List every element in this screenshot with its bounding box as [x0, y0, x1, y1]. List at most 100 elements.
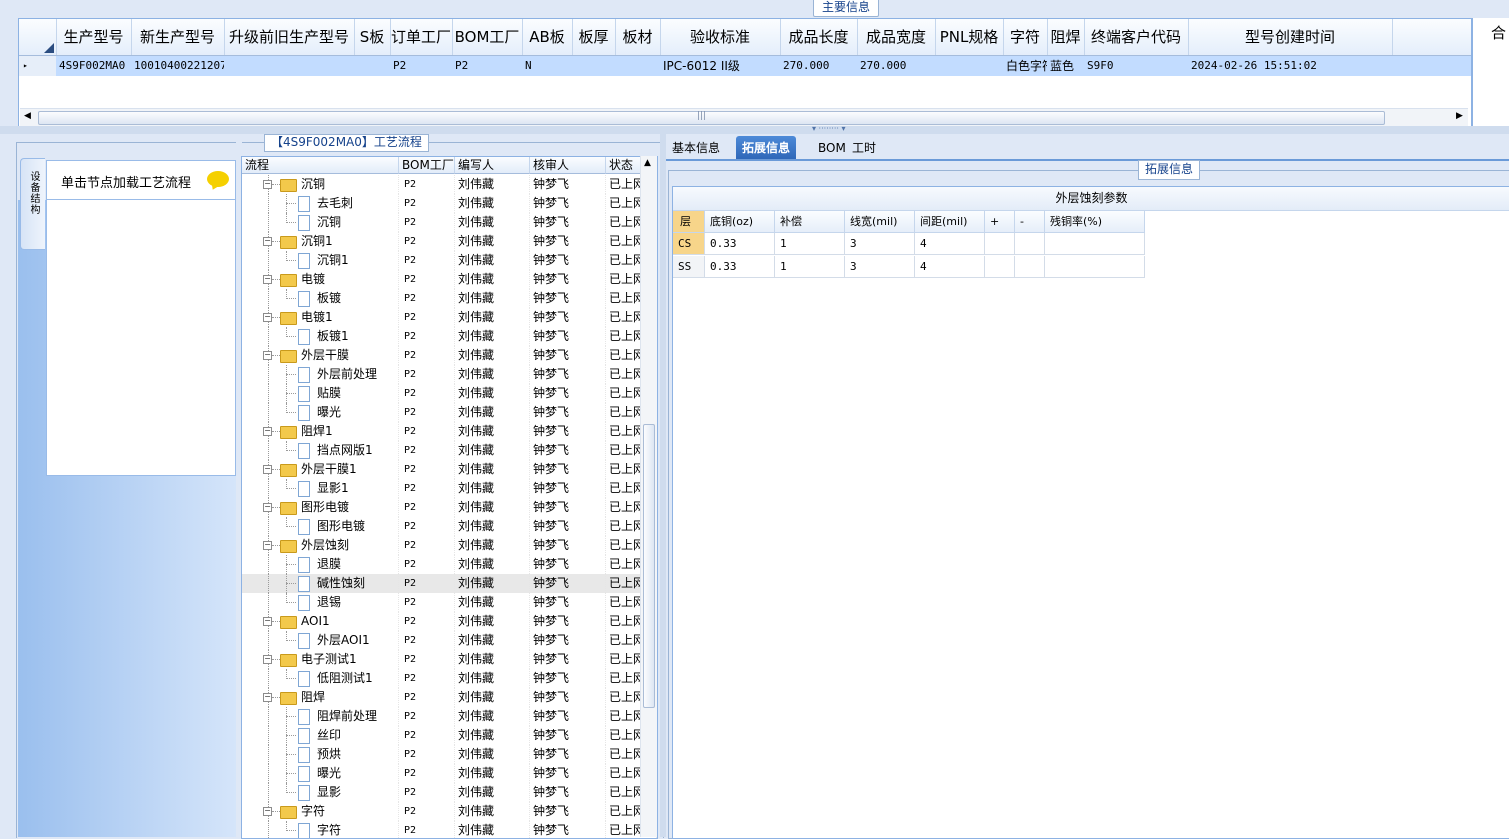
- tree-cell-bom[interactable]: P2: [399, 574, 455, 593]
- tree-row[interactable]: 去毛刺 P2 刘伟藏 钟梦飞 已上网: [242, 194, 657, 213]
- tree-cell-reviewer[interactable]: 钟梦飞: [530, 802, 606, 821]
- tree-cell-writer[interactable]: 刘伟藏: [455, 441, 530, 460]
- tree-cell-writer[interactable]: 刘伟藏: [455, 631, 530, 650]
- tree-cell-writer[interactable]: 刘伟藏: [455, 251, 530, 270]
- flow-cell[interactable]: 沉铜1: [242, 251, 399, 270]
- table-cell[interactable]: [572, 56, 615, 76]
- flow-cell[interactable]: 碱性蚀刻: [242, 574, 399, 593]
- tree-cell-writer[interactable]: 刘伟藏: [455, 365, 530, 384]
- tree-cell-reviewer[interactable]: 钟梦飞: [530, 213, 606, 232]
- tree-cell-reviewer[interactable]: 钟梦飞: [530, 346, 606, 365]
- tree-cell-writer[interactable]: 刘伟藏: [455, 688, 530, 707]
- horizontal-splitter[interactable]: ▾ ········ ▾: [0, 124, 1509, 134]
- column-header[interactable]: 成品宽度: [857, 19, 936, 55]
- tree-row[interactable]: 板镀1 P2 刘伟藏 钟梦飞 已上网: [242, 327, 657, 346]
- collapse-icon[interactable]: −: [263, 503, 272, 512]
- param-cell[interactable]: [1045, 233, 1145, 255]
- tree-column-header[interactable]: 编写人: [455, 157, 530, 174]
- tree-row[interactable]: 碱性蚀刻 P2 刘伟藏 钟梦飞 已上网: [242, 574, 657, 593]
- tree-row[interactable]: 外层前处理 P2 刘伟藏 钟梦飞 已上网: [242, 365, 657, 384]
- tree-cell-reviewer[interactable]: 钟梦飞: [530, 669, 606, 688]
- tree-cell-reviewer[interactable]: 钟梦飞: [530, 745, 606, 764]
- table-cell[interactable]: IPC-6012 II级: [660, 56, 780, 76]
- collapse-icon[interactable]: −: [263, 655, 272, 664]
- tree-cell-writer[interactable]: 刘伟藏: [455, 574, 530, 593]
- tree-cell-writer[interactable]: 刘伟藏: [455, 783, 530, 802]
- tree-cell-reviewer[interactable]: 钟梦飞: [530, 517, 606, 536]
- flow-cell[interactable]: − 外层蚀刻: [242, 536, 399, 555]
- flow-cell[interactable]: 去毛刺: [242, 194, 399, 213]
- tree-cell-reviewer[interactable]: 钟梦飞: [530, 764, 606, 783]
- tree-row[interactable]: 沉铜 P2 刘伟藏 钟梦飞 已上网: [242, 213, 657, 232]
- tree-cell-bom[interactable]: P2: [399, 441, 455, 460]
- flow-cell[interactable]: − 沉铜1: [242, 232, 399, 251]
- tree-row[interactable]: − 图形电镀 P2 刘伟藏 钟梦飞 已上网: [242, 498, 657, 517]
- tree-cell-reviewer[interactable]: 钟梦飞: [530, 574, 606, 593]
- tree-cell-reviewer[interactable]: 钟梦飞: [530, 631, 606, 650]
- param-cell[interactable]: 3: [845, 256, 915, 278]
- tree-cell-bom[interactable]: P2: [399, 669, 455, 688]
- collapse-icon[interactable]: −: [263, 541, 272, 550]
- column-header[interactable]: 订单工厂: [390, 19, 453, 55]
- tree-cell-bom[interactable]: P2: [399, 536, 455, 555]
- tree-row[interactable]: 阻焊前处理 P2 刘伟藏 钟梦飞 已上网: [242, 707, 657, 726]
- flow-cell[interactable]: − 外层干膜: [242, 346, 399, 365]
- tree-cell-bom[interactable]: P2: [399, 384, 455, 403]
- tree-cell-bom[interactable]: P2: [399, 745, 455, 764]
- tree-cell-writer[interactable]: 刘伟藏: [455, 707, 530, 726]
- tree-cell-reviewer[interactable]: 钟梦飞: [530, 289, 606, 308]
- column-header[interactable]: S板: [354, 19, 391, 55]
- tree-vscrollbar[interactable]: ▲: [640, 156, 657, 837]
- flow-cell[interactable]: − 图形电镀: [242, 498, 399, 517]
- flow-cell[interactable]: 字符: [242, 821, 399, 838]
- column-header[interactable]: 成品长度: [780, 19, 858, 55]
- tree-row[interactable]: − 阻焊1 P2 刘伟藏 钟梦飞 已上网: [242, 422, 657, 441]
- tree-cell-reviewer[interactable]: 钟梦飞: [530, 384, 606, 403]
- flow-cell[interactable]: 显影1: [242, 479, 399, 498]
- param-cell[interactable]: 4: [915, 256, 985, 278]
- table-cell[interactable]: 270.000: [857, 56, 935, 76]
- flow-cell[interactable]: 沉铜: [242, 213, 399, 232]
- flow-cell[interactable]: − 字符: [242, 802, 399, 821]
- tree-cell-writer[interactable]: 刘伟藏: [455, 175, 530, 194]
- flow-cell[interactable]: − 电镀1: [242, 308, 399, 327]
- tree-cell-writer[interactable]: 刘伟藏: [455, 384, 530, 403]
- tree-cell-bom[interactable]: P2: [399, 612, 455, 631]
- flow-cell[interactable]: − 阻焊1: [242, 422, 399, 441]
- flow-cell[interactable]: − 外层干膜1: [242, 460, 399, 479]
- tree-cell-writer[interactable]: 刘伟藏: [455, 669, 530, 688]
- tree-row[interactable]: − 阻焊 P2 刘伟藏 钟梦飞 已上网: [242, 688, 657, 707]
- tree-cell-reviewer[interactable]: 钟梦飞: [530, 479, 606, 498]
- collapse-icon[interactable]: −: [263, 617, 272, 626]
- tree-cell-bom[interactable]: P2: [399, 726, 455, 745]
- column-header[interactable]: 验收标准: [660, 19, 781, 55]
- param-cell[interactable]: 0.33: [705, 256, 775, 278]
- param-cell[interactable]: 1: [775, 256, 845, 278]
- tree-cell-bom[interactable]: P2: [399, 213, 455, 232]
- table-cell[interactable]: P2: [390, 56, 452, 76]
- collapse-icon[interactable]: −: [263, 351, 272, 360]
- param-column-header[interactable]: 线宽(mil): [845, 211, 915, 233]
- tree-row[interactable]: 外层AOI1 P2 刘伟藏 钟梦飞 已上网: [242, 631, 657, 650]
- tree-cell-writer[interactable]: 刘伟藏: [455, 650, 530, 669]
- param-cell[interactable]: 4: [915, 233, 985, 255]
- tree-row[interactable]: − 外层干膜1 P2 刘伟藏 钟梦飞 已上网: [242, 460, 657, 479]
- param-column-header[interactable]: +: [985, 211, 1015, 233]
- tree-cell-writer[interactable]: 刘伟藏: [455, 802, 530, 821]
- tree-row[interactable]: 显影 P2 刘伟藏 钟梦飞 已上网: [242, 783, 657, 802]
- tree-cell-writer[interactable]: 刘伟藏: [455, 612, 530, 631]
- tree-column-header[interactable]: 流程: [242, 157, 399, 174]
- tree-cell-bom[interactable]: P2: [399, 308, 455, 327]
- tree-cell-writer[interactable]: 刘伟藏: [455, 498, 530, 517]
- tree-row[interactable]: 板镀 P2 刘伟藏 钟梦飞 已上网: [242, 289, 657, 308]
- tree-cell-bom[interactable]: P2: [399, 821, 455, 838]
- tree-cell-reviewer[interactable]: 钟梦飞: [530, 175, 606, 194]
- param-cell[interactable]: [1015, 256, 1045, 278]
- table-cell[interactable]: S9F0: [1084, 56, 1188, 76]
- table-cell[interactable]: 2024-02-26 15:51:02: [1188, 56, 1392, 76]
- flow-cell[interactable]: 外层前处理: [242, 365, 399, 384]
- tree-cell-reviewer[interactable]: 钟梦飞: [530, 422, 606, 441]
- table-cell[interactable]: 蓝色: [1047, 56, 1084, 76]
- tree-cell-bom[interactable]: P2: [399, 631, 455, 650]
- flow-cell[interactable]: 贴膜: [242, 384, 399, 403]
